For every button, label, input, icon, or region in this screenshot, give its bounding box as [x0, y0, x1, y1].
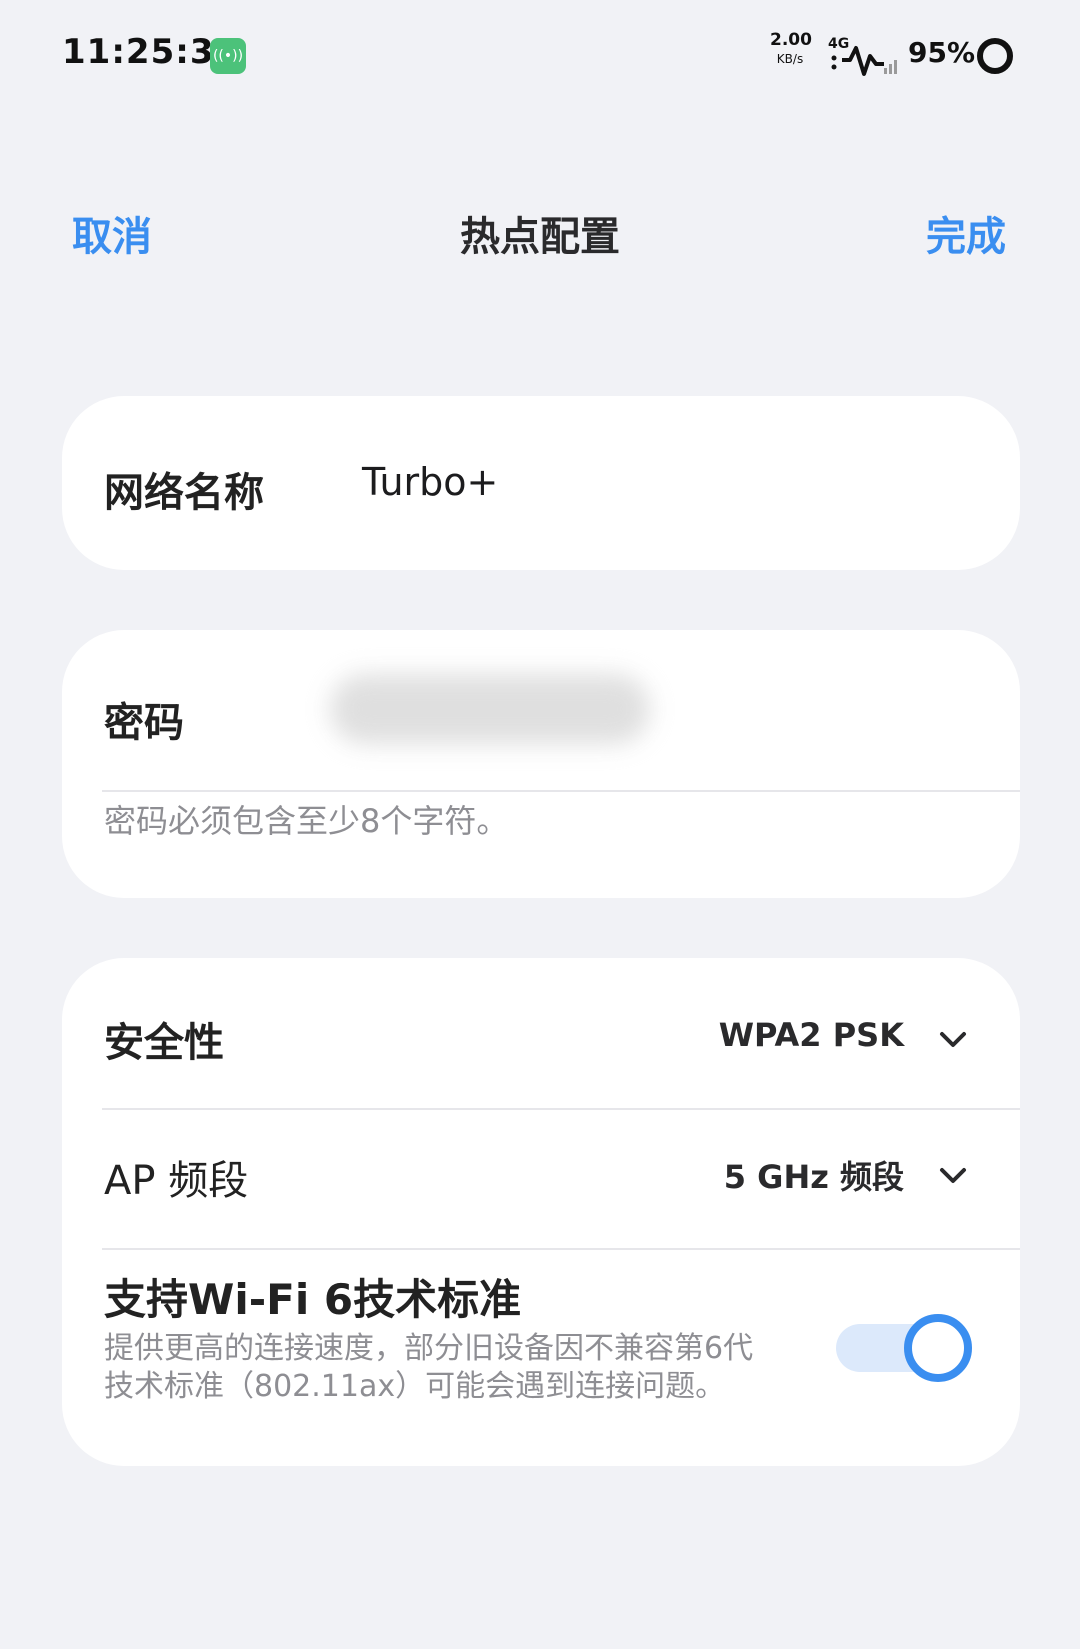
hotspot-config-screen: 11:25:30 ((•)) 2.00 KB/s 4G 95% 取消 热点配置 …	[0, 0, 1080, 1649]
ap-band-label: AP 频段	[104, 1158, 249, 1204]
wifi6-title: 支持Wi-Fi 6技术标准	[104, 1275, 522, 1324]
divider	[102, 790, 1020, 792]
password-input[interactable]	[330, 674, 650, 744]
settings-card: 安全性 WPA2 PSK AP 频段 5 GHz 频段 支持Wi-Fi 6技术标…	[62, 958, 1020, 1466]
done-button[interactable]: 完成	[926, 204, 1006, 262]
hotspot-active-icon: ((•))	[210, 38, 246, 74]
battery-icon	[977, 38, 1013, 74]
chevron-down-icon[interactable]	[938, 1166, 968, 1186]
network-speed: 2.00 KB/s	[770, 30, 812, 66]
divider	[102, 1248, 1020, 1250]
network-speed-unit: KB/s	[776, 52, 804, 66]
password-label: 密码	[104, 700, 184, 746]
chevron-down-icon[interactable]	[938, 1030, 968, 1050]
password-card: 密码 密码必须包含至少8个字符。	[62, 630, 1020, 898]
nav-header: 取消 热点配置 完成	[0, 190, 1080, 270]
toggle-knob	[904, 1314, 972, 1382]
page-title: 热点配置	[460, 214, 620, 260]
wifi6-description: 提供更高的连接速度，部分旧设备因不兼容第6代技术标准（802.11ax）可能会遇…	[104, 1331, 754, 1404]
network-name-card: 网络名称 Turbo+	[62, 396, 1020, 570]
password-hint: 密码必须包含至少8个字符。	[104, 802, 509, 840]
network-name-input[interactable]: Turbo+	[362, 460, 498, 504]
security-select[interactable]: WPA2 PSK	[719, 1016, 904, 1054]
ap-band-select[interactable]: 5 GHz 频段	[724, 1152, 904, 1198]
network-type-label: 4G	[828, 36, 849, 52]
cellular-signal-icon: 4G	[828, 36, 897, 76]
security-label: 安全性	[104, 1020, 224, 1066]
divider	[102, 1108, 1020, 1110]
battery-level: 95%	[908, 36, 976, 69]
network-name-label: 网络名称	[104, 470, 264, 516]
status-bar: 11:25:30 ((•)) 2.00 KB/s 4G 95%	[0, 0, 1080, 110]
wifi6-toggle[interactable]	[830, 1314, 976, 1382]
network-speed-value: 2.00	[770, 30, 812, 50]
